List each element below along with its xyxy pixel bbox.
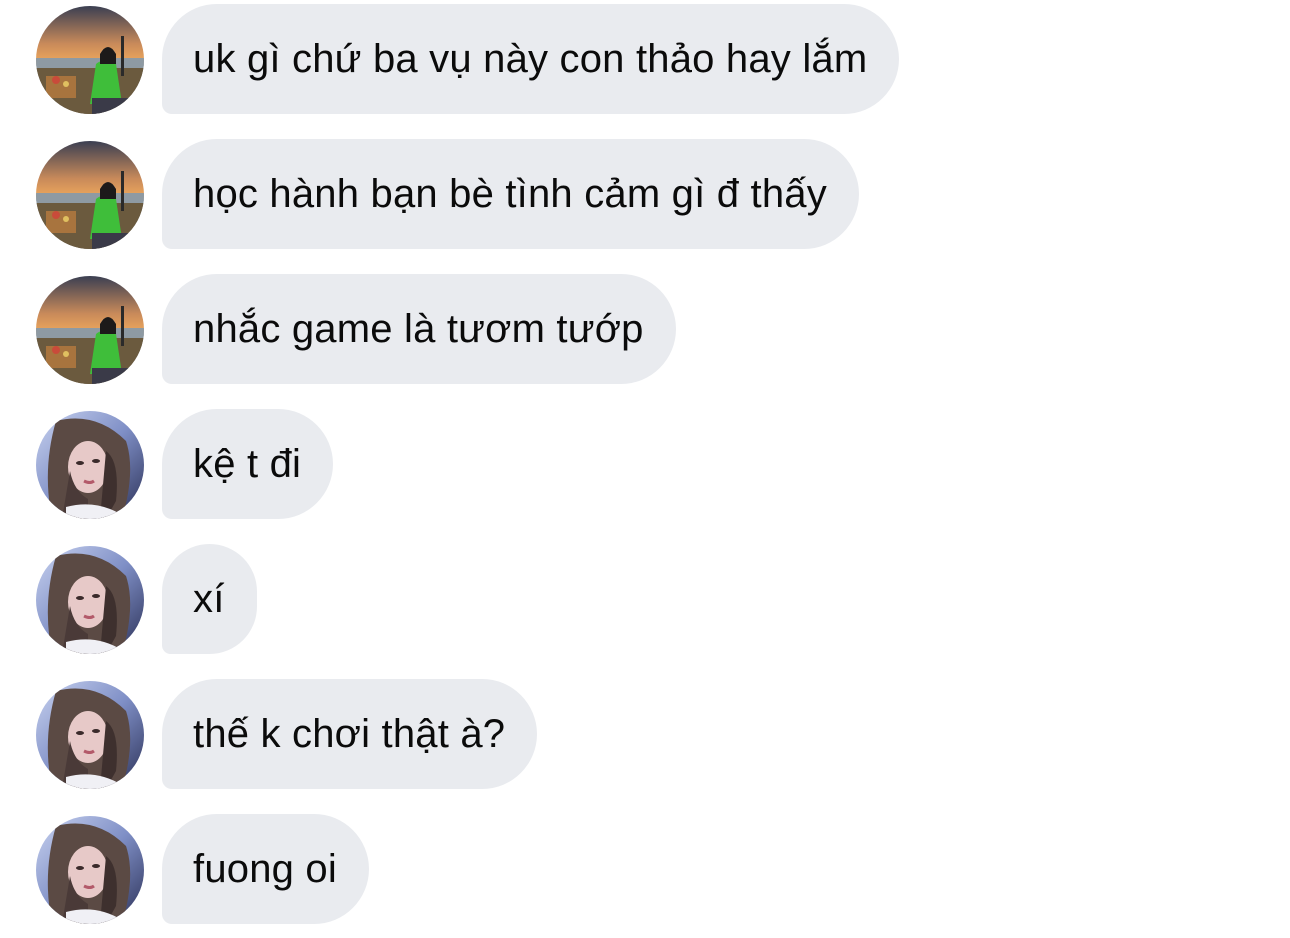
profile-photo-portrait-icon[interactable]	[36, 546, 144, 654]
profile-photo-sunset-icon[interactable]	[36, 6, 144, 114]
message-row: học hành bạn bè tình cảm gì đ thấy	[0, 137, 1290, 249]
message-row: thế k chơi thật à?	[0, 677, 1290, 789]
message-row: xí	[0, 542, 1290, 654]
message-row: fuong oi	[0, 812, 1290, 924]
message-text: xí	[193, 577, 225, 621]
message-row: nhắc game là tươm tướp	[0, 272, 1290, 384]
profile-photo-portrait-icon[interactable]	[36, 816, 144, 924]
profile-photo-portrait-icon[interactable]	[36, 681, 144, 789]
message-bubble[interactable]: thế k chơi thật à?	[162, 679, 538, 789]
message-bubble[interactable]: fuong oi	[162, 814, 369, 924]
profile-photo-portrait-icon[interactable]	[36, 411, 144, 519]
profile-photo-sunset-icon[interactable]	[36, 141, 144, 249]
message-text: học hành bạn bè tình cảm gì đ thấy	[193, 172, 827, 216]
message-bubble[interactable]: học hành bạn bè tình cảm gì đ thấy	[162, 139, 859, 249]
message-text: thế k chơi thật à?	[193, 712, 506, 756]
message-bubble[interactable]: nhắc game là tươm tướp	[162, 274, 676, 384]
message-text: nhắc game là tươm tướp	[193, 307, 644, 351]
profile-photo-sunset-icon[interactable]	[36, 276, 144, 384]
message-text: kệ t đi	[193, 442, 302, 486]
message-bubble[interactable]: kệ t đi	[162, 409, 334, 519]
message-thread[interactable]: uk gì chứ ba vụ này con thảo hay lắm học…	[0, 0, 1290, 938]
message-row: uk gì chứ ba vụ này con thảo hay lắm	[0, 2, 1290, 114]
message-text: uk gì chứ ba vụ này con thảo hay lắm	[193, 37, 868, 81]
message-bubble[interactable]: uk gì chứ ba vụ này con thảo hay lắm	[162, 4, 900, 114]
message-bubble[interactable]: xí	[162, 544, 257, 654]
message-text: fuong oi	[193, 847, 337, 891]
message-row: kệ t đi	[0, 407, 1290, 519]
